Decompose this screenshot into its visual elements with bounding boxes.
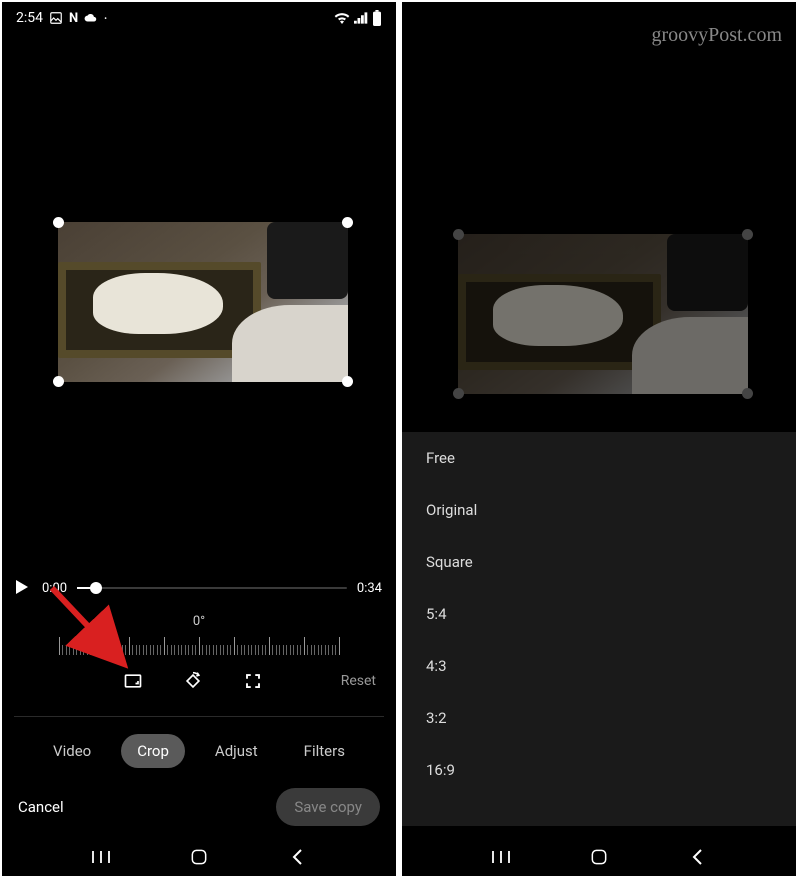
watermark: groovyPost.com <box>651 24 782 47</box>
tab-filters[interactable]: Filters <box>288 734 361 768</box>
crop-handle-bottom-left[interactable] <box>53 376 64 387</box>
video-preview-dimmed <box>458 234 748 394</box>
dot-icon: • <box>104 14 107 23</box>
reset-button[interactable]: Reset <box>341 673 376 689</box>
crop-tools-row: Reset <box>2 670 396 692</box>
cushion-graphic <box>667 234 748 311</box>
aspect-option-original[interactable]: Original <box>402 484 796 536</box>
track-thumb[interactable] <box>90 582 102 594</box>
aspect-option-3-2[interactable]: 3:2 <box>402 692 796 744</box>
rotation-control: 0° <box>28 614 370 655</box>
wifi-icon <box>334 12 350 24</box>
battery-icon <box>372 10 382 26</box>
crop-handle-top-right[interactable] <box>742 229 753 240</box>
edit-tabs: Video Crop Adjust Filters <box>2 734 396 768</box>
aspect-option-free[interactable]: Free <box>402 432 796 484</box>
video-preview[interactable] <box>58 222 348 382</box>
aspect-ratio-button[interactable] <box>122 670 144 692</box>
nav-home[interactable] <box>588 846 610 868</box>
aspect-option-16-9[interactable]: 16:9 <box>402 744 796 796</box>
crop-handle-bottom-right[interactable] <box>742 388 753 399</box>
crop-handle-top-left[interactable] <box>53 217 64 228</box>
rotation-ruler[interactable] <box>28 633 370 655</box>
playback-track[interactable] <box>77 587 347 589</box>
nav-back[interactable] <box>286 846 308 868</box>
nav-home[interactable] <box>188 846 210 868</box>
crop-handle-top-right[interactable] <box>342 217 353 228</box>
play-button[interactable] <box>16 580 32 596</box>
video-frame <box>58 222 348 382</box>
signal-icon <box>354 12 368 24</box>
dog-graphic <box>493 285 624 346</box>
android-navbar <box>402 846 796 868</box>
cancel-button[interactable]: Cancel <box>18 798 64 816</box>
expand-button[interactable] <box>242 670 264 692</box>
cloud-icon <box>84 13 98 23</box>
rotation-angle: 0° <box>28 614 370 629</box>
phone-screenshot-right: groovyPost.com Free Original Square 5:4 … <box>402 2 796 876</box>
nav-back[interactable] <box>686 846 708 868</box>
tab-crop[interactable]: Crop <box>121 734 185 768</box>
current-time: 0:00 <box>42 581 67 596</box>
aspect-option-5-4[interactable]: 5:4 <box>402 588 796 640</box>
crop-handle-bottom-right[interactable] <box>342 376 353 387</box>
status-time: 2:54 <box>16 10 43 26</box>
status-bar: 2:54 N • <box>2 2 396 32</box>
divider <box>14 716 384 717</box>
playback-row: 0:00 0:34 <box>16 580 382 596</box>
save-copy-button[interactable]: Save copy <box>276 788 380 826</box>
table-graphic <box>232 305 348 382</box>
nav-recents[interactable] <box>490 846 512 868</box>
image-icon <box>49 11 63 25</box>
aspect-ratio-list: Free Original Square 5:4 4:3 3:2 16:9 <box>402 432 796 826</box>
tab-adjust[interactable]: Adjust <box>199 734 274 768</box>
rotate-button[interactable] <box>182 670 204 692</box>
aspect-option-4-3[interactable]: 4:3 <box>402 640 796 692</box>
aspect-option-square[interactable]: Square <box>402 536 796 588</box>
netflix-icon: N <box>69 11 78 26</box>
dog-graphic <box>93 273 224 334</box>
table-graphic <box>632 317 748 394</box>
nav-recents[interactable] <box>90 846 112 868</box>
phone-screenshot-left: 2:54 N • <box>2 2 396 876</box>
crop-handle-top-left[interactable] <box>453 229 464 240</box>
cushion-graphic <box>267 222 348 299</box>
tab-video[interactable]: Video <box>37 734 107 768</box>
duration: 0:34 <box>357 581 382 596</box>
crop-handle-bottom-left[interactable] <box>453 388 464 399</box>
video-frame <box>458 234 748 394</box>
android-navbar <box>2 846 396 868</box>
action-row: Cancel Save copy <box>2 788 396 826</box>
